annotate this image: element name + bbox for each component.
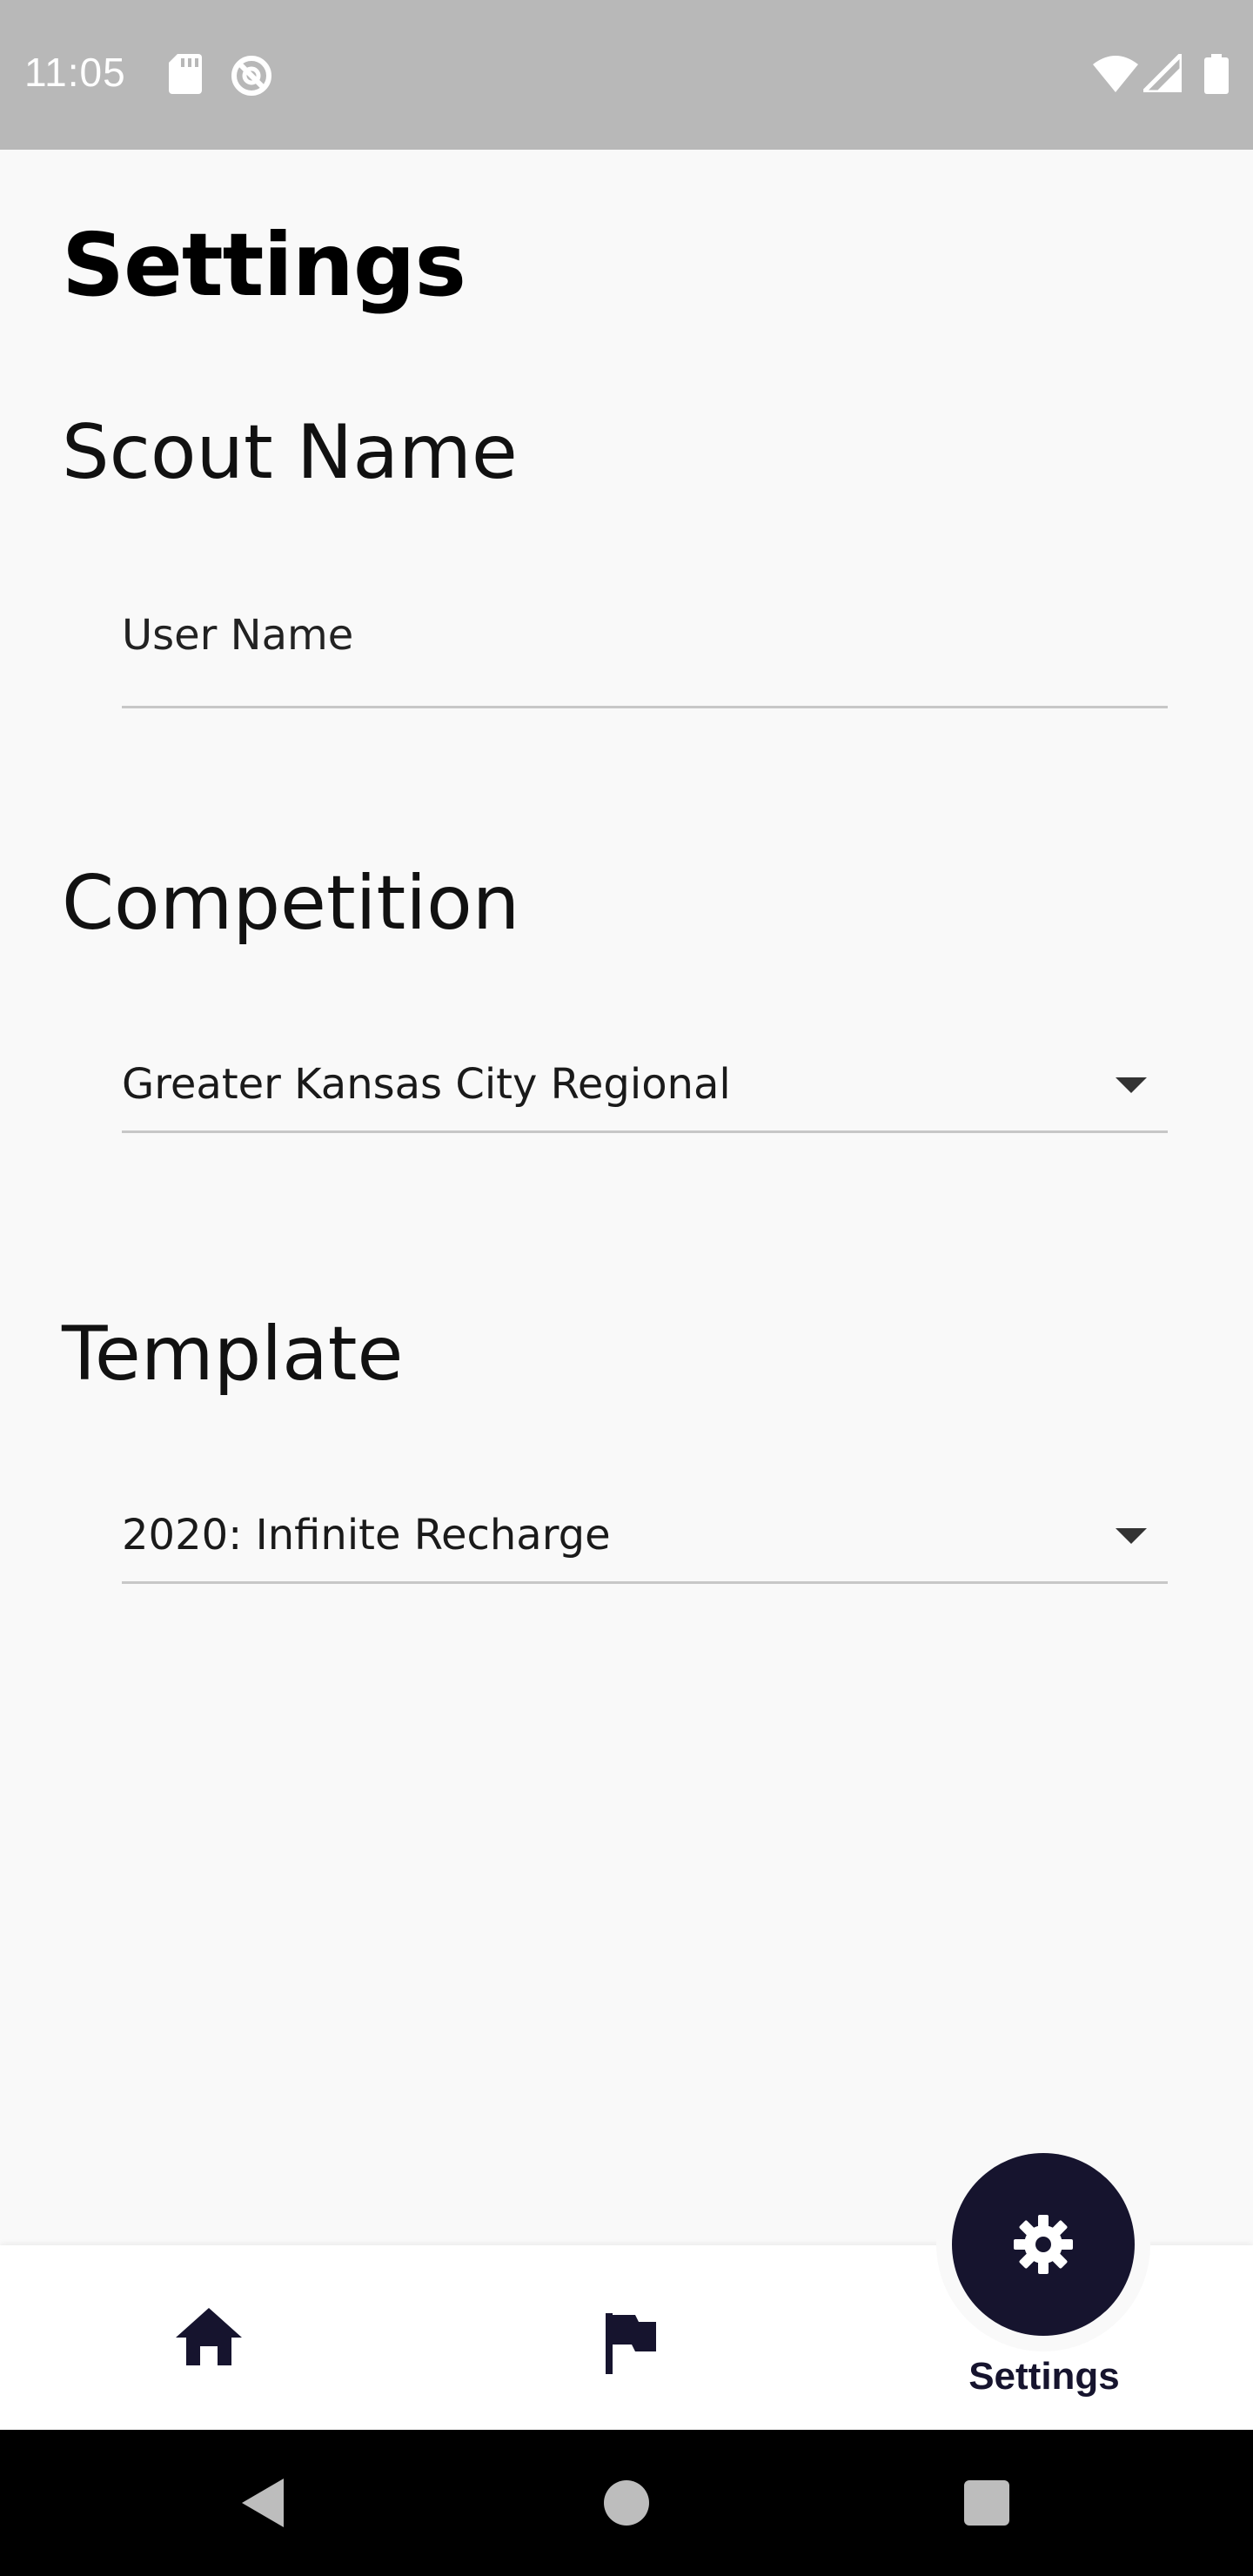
- user-name-field[interactable]: User Name: [122, 592, 1168, 708]
- competition-heading: Competition: [62, 860, 520, 947]
- competition-dropdown[interactable]: Greater Kansas City Regional: [122, 1044, 1168, 1133]
- signal-icon: [1137, 48, 1184, 97]
- gear-icon: [1014, 2215, 1073, 2274]
- template-heading: Template: [62, 1311, 404, 1398]
- sd-card-icon: [169, 54, 202, 98]
- battery-icon: [1204, 54, 1229, 98]
- template-dropdown[interactable]: 2020: Infinite Recharge: [122, 1495, 1168, 1584]
- user-name-input-value[interactable]: User Name: [122, 611, 353, 660]
- dropdown-arrow-icon[interactable]: [1116, 1077, 1147, 1093]
- scout-name-heading: Scout Name: [62, 409, 518, 496]
- system-home-button[interactable]: [604, 2480, 649, 2526]
- template-selected-value: 2020: Infinite Recharge: [122, 1511, 611, 1560]
- recents-button[interactable]: [964, 2480, 1009, 2526]
- nav-settings-label[interactable]: Settings: [922, 2355, 1166, 2398]
- back-button[interactable]: [238, 2477, 285, 2533]
- back-triangle-icon: [242, 2479, 284, 2527]
- flag-icon: [606, 2313, 656, 2374]
- sync-icon: [230, 54, 273, 102]
- nav-home-button[interactable]: [174, 2306, 244, 2367]
- dropdown-arrow-icon[interactable]: [1116, 1528, 1147, 1544]
- status-bar: 11:05: [0, 0, 1253, 150]
- wifi-icon: [1093, 54, 1138, 97]
- nav-settings-button[interactable]: [952, 2153, 1135, 2336]
- competition-selected-value: Greater Kansas City Regional: [122, 1060, 731, 1109]
- page-title: Settings: [62, 214, 466, 316]
- nav-flag-button[interactable]: [597, 2308, 667, 2378]
- home-icon: [176, 2308, 242, 2365]
- status-time: 11:05: [24, 50, 126, 95]
